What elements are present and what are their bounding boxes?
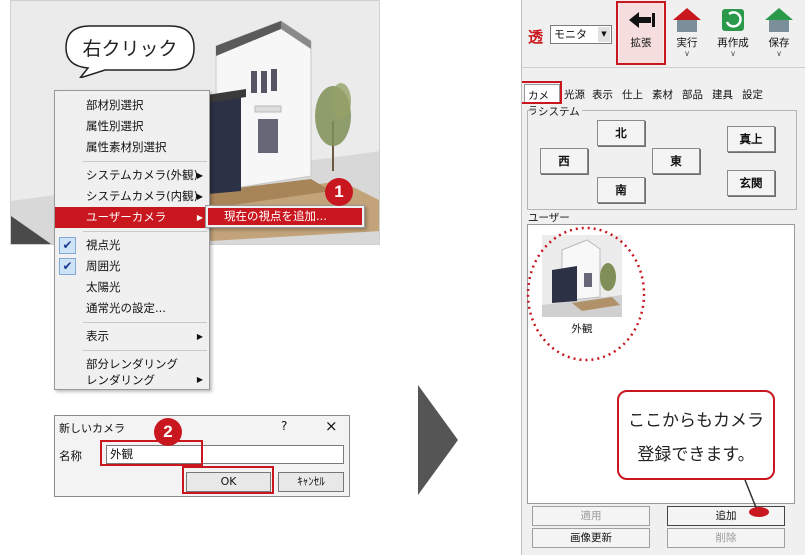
menu-separator	[83, 231, 207, 232]
execute-button[interactable]: 実行 ∨	[665, 3, 709, 63]
callout-pointer	[744, 479, 769, 517]
execute-label: 実行	[676, 37, 698, 49]
refresh-icon	[722, 9, 744, 31]
update-image-button[interactable]: 画像更新	[532, 528, 650, 548]
name-label: 名称	[59, 449, 82, 463]
menu-item-display[interactable]: 表示 ▶	[55, 326, 209, 347]
dialog-title: 新しいカメラ	[59, 422, 125, 435]
recreate-button[interactable]: 再作成 ∨	[711, 3, 755, 63]
chevron-down-icon: ▼	[598, 27, 610, 42]
menu-item-system-camera-interior[interactable]: システムカメラ(内観) ▶	[55, 186, 209, 207]
check-icon: ✔	[59, 237, 76, 254]
camera-entrance-button[interactable]: 玄関	[727, 170, 775, 196]
bubble-text: 右クリック	[82, 38, 178, 60]
chevron-down-icon: ∨	[776, 49, 782, 58]
tab-material[interactable]: 素材	[652, 87, 673, 102]
menu-item-ambient-light[interactable]: ✔ 周囲光	[55, 256, 209, 277]
help-button[interactable]: ?	[281, 419, 287, 433]
tab-settings[interactable]: 設定	[742, 87, 763, 102]
recreate-label: 再作成	[717, 37, 749, 49]
monitor-select-value: モニタ	[554, 28, 587, 41]
menu-item-add-current-viewpoint[interactable]: 現在の視点を追加...	[208, 208, 362, 225]
submenu-arrow-icon: ▶	[196, 332, 203, 341]
tab-display[interactable]: 表示	[592, 87, 613, 102]
context-menu: 部材別選択 属性別選択 属性素材別選択 システムカメラ(外観) ▶ システムカメラ…	[54, 90, 210, 390]
user-camera-submenu: 現在の視点を追加...	[205, 205, 365, 228]
name-input-highlight	[100, 440, 203, 466]
highlight-dotted-circle	[526, 226, 646, 362]
tab-light[interactable]: 光源	[564, 87, 585, 102]
menu-item-rendering[interactable]: レンダリング ▶	[55, 371, 209, 389]
submenu-arrow-icon: ▶	[196, 213, 203, 222]
chevron-down-icon: ∨	[730, 49, 736, 58]
check-icon: ✔	[59, 258, 76, 275]
callout-line-2: 登録できます。	[637, 445, 755, 465]
tab-bar: カメラ 光源 表示 仕上 素材 部品 建具 設定	[522, 84, 805, 117]
house-save-icon	[765, 8, 793, 32]
save-button[interactable]: 保存 ∨	[757, 3, 801, 63]
delete-button[interactable]: 削除	[667, 528, 785, 548]
menu-item-system-camera-exterior[interactable]: システムカメラ(外観) ▶	[55, 165, 209, 186]
menu-item-select-by-attribute[interactable]: 属性別選択	[55, 116, 209, 137]
tab-finish[interactable]: 仕上	[622, 87, 643, 102]
step-1-marker: 1	[325, 178, 353, 206]
transparent-toggle[interactable]: 透	[528, 26, 543, 47]
step-2-marker: 2	[154, 418, 182, 446]
camera-top-button[interactable]: 真上	[727, 126, 775, 152]
submenu-arrow-icon: ▶	[196, 171, 203, 180]
house-icon	[673, 8, 701, 32]
menu-separator	[83, 322, 207, 323]
apply-button[interactable]: 適用	[532, 506, 650, 526]
menu-item-light-settings[interactable]: 通常光の設定...	[55, 298, 209, 319]
chevron-down-icon: ∨	[684, 49, 690, 58]
view-corner	[11, 216, 51, 244]
next-step-arrow-icon	[418, 385, 458, 498]
system-group-label: システム	[536, 104, 582, 119]
callout-box: ここからもカメラ 登録できます。	[617, 390, 775, 480]
close-button[interactable]: ×	[325, 417, 338, 435]
monitor-select[interactable]: モニタ ▼	[550, 25, 612, 44]
menu-item-select-by-part[interactable]: 部材別選択	[55, 95, 209, 116]
camera-east-button[interactable]: 東	[652, 148, 700, 174]
camera-tab-highlight	[522, 81, 562, 104]
menu-item-user-camera[interactable]: ユーザーカメラ ▶	[55, 207, 209, 228]
menu-separator	[83, 350, 207, 351]
camera-south-button[interactable]: 南	[597, 177, 645, 203]
submenu-arrow-icon: ▶	[196, 192, 203, 201]
save-label: 保存	[768, 37, 790, 49]
menu-item-select-by-material[interactable]: 属性素材別選択	[55, 137, 209, 158]
ok-button-highlight	[182, 466, 274, 494]
tab-fittings[interactable]: 建具	[712, 87, 733, 102]
speech-bubble: 右クリック	[60, 22, 200, 78]
callout-line-1: ここからもカメラ	[628, 411, 764, 431]
expand-button-highlight	[616, 1, 666, 65]
menu-separator	[83, 161, 207, 162]
cancel-button[interactable]: ｷｬﾝｾﾙ	[278, 472, 344, 492]
submenu-arrow-icon: ▶	[196, 375, 203, 384]
tab-parts[interactable]: 部品	[682, 87, 703, 102]
menu-item-sunlight[interactable]: 太陽光	[55, 277, 209, 298]
camera-west-button[interactable]: 西	[540, 148, 588, 174]
camera-north-button[interactable]: 北	[597, 120, 645, 146]
menu-item-viewpoint-light[interactable]: ✔ 視点光	[55, 235, 209, 256]
